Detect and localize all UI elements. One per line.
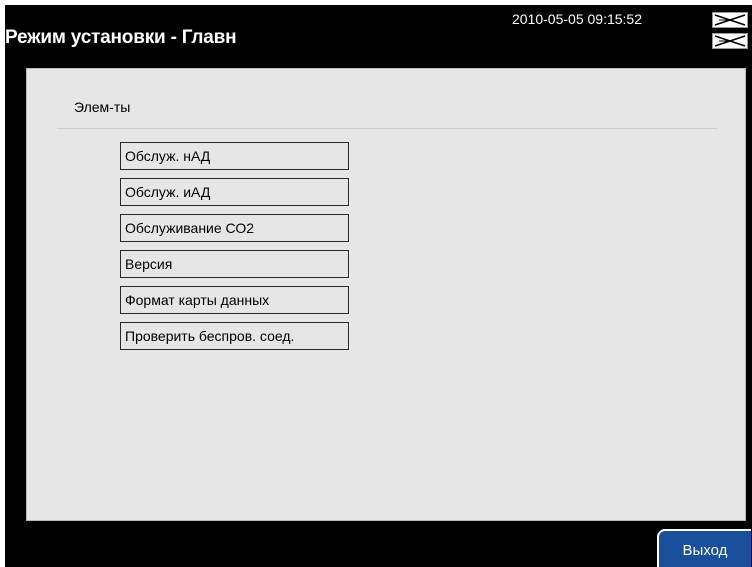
page-title: Режим установки - Главн (5, 27, 237, 48)
datetime-display: 2010-05-05 09:15:52 (512, 11, 642, 27)
menu-item-data-card-format[interactable]: Формат карты данных (120, 286, 349, 314)
device-screen: Режим установки - Главн 2010-05-05 09:15… (5, 5, 752, 567)
menu-item-check-wireless[interactable]: Проверить беспров. соед. (120, 322, 349, 350)
menu-item-ibp-service[interactable]: Обслуж. иАД (120, 178, 349, 206)
section-label: Элем-ты (74, 99, 131, 115)
connection-status-icon (712, 33, 748, 49)
menu-item-co2-service[interactable]: Обслуживание СО2 (120, 214, 349, 242)
menu-item-nibp-service[interactable]: Обслуж. нАД (120, 142, 349, 170)
network-status-icon (712, 12, 748, 28)
main-panel: Элем-ты Обслуж. нАД Обслуж. иАД Обслужив… (26, 68, 746, 521)
exit-button[interactable]: Выход (657, 529, 751, 567)
divider (57, 128, 717, 129)
menu-item-version[interactable]: Версия (120, 250, 349, 278)
